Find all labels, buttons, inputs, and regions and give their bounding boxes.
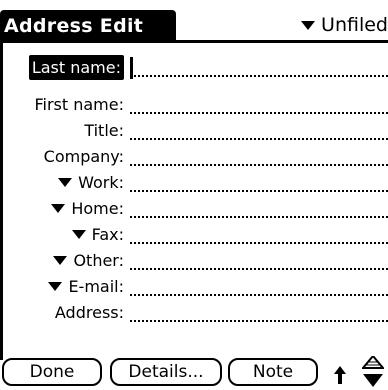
field-label-home: Home:	[71, 199, 124, 218]
form-title: Address Edit	[0, 10, 176, 42]
field-row-home[interactable]: Home:	[0, 196, 388, 221]
field-input-fax[interactable]	[130, 242, 388, 244]
field-input-email[interactable]	[130, 294, 388, 296]
field-input-work[interactable]	[130, 190, 388, 192]
field-label-work: Work:	[78, 173, 124, 192]
field-label-home-selector[interactable]: Home:	[51, 196, 124, 221]
done-button[interactable]: Done	[2, 358, 102, 386]
field-label-other: Other:	[73, 251, 124, 270]
arrow-up-icon[interactable]	[334, 366, 346, 384]
details-button[interactable]: Details...	[110, 358, 222, 386]
dropdown-triangle-icon	[71, 230, 86, 239]
field-input-first-name[interactable]	[130, 112, 388, 114]
field-row-address[interactable]: Address:	[0, 300, 388, 325]
category-label: Unfiled	[321, 14, 388, 36]
note-button[interactable]: Note	[228, 358, 318, 386]
field-input-home[interactable]	[130, 216, 388, 218]
field-label-fax: Fax:	[91, 225, 124, 244]
field-label-address: Address:	[54, 303, 124, 322]
field-row-company[interactable]: Company:	[0, 144, 388, 169]
field-label-first-name: First name:	[34, 95, 124, 114]
field-row-fax[interactable]: Fax:	[0, 222, 388, 247]
field-label-work-selector[interactable]: Work:	[58, 170, 124, 195]
field-row-title[interactable]: Title:	[0, 118, 388, 143]
dropdown-triangle-icon	[48, 282, 63, 291]
dropdown-triangle-icon	[53, 256, 68, 265]
scroll-arrows-icon[interactable]	[362, 356, 384, 388]
field-row-email[interactable]: E-mail:	[0, 274, 388, 299]
field-label-other-selector[interactable]: Other:	[53, 248, 124, 273]
field-input-last-name[interactable]	[130, 75, 388, 77]
field-input-title[interactable]	[130, 138, 388, 140]
field-input-other[interactable]	[130, 268, 388, 270]
field-row-first-name[interactable]: First name:	[0, 92, 388, 117]
field-label-title: Title:	[84, 121, 124, 140]
field-label-company: Company:	[43, 147, 124, 166]
dropdown-triangle-icon	[51, 204, 66, 213]
field-row-work[interactable]: Work:	[0, 170, 388, 195]
dropdown-triangle-icon	[58, 178, 73, 187]
field-row-other[interactable]: Other:	[0, 248, 388, 273]
field-label-email: E-mail:	[68, 277, 124, 296]
field-row-last-name[interactable]: Last name:	[0, 55, 388, 80]
field-label-fax-selector[interactable]: Fax:	[71, 222, 124, 247]
category-selector[interactable]: Unfiled	[301, 12, 388, 38]
field-label-email-selector[interactable]: E-mail:	[48, 274, 124, 299]
title-underline	[0, 40, 388, 43]
field-label-last-name: Last name:	[28, 55, 124, 80]
field-input-address[interactable]	[130, 320, 388, 322]
dropdown-triangle-icon	[301, 20, 316, 30]
field-input-company[interactable]	[130, 164, 388, 166]
